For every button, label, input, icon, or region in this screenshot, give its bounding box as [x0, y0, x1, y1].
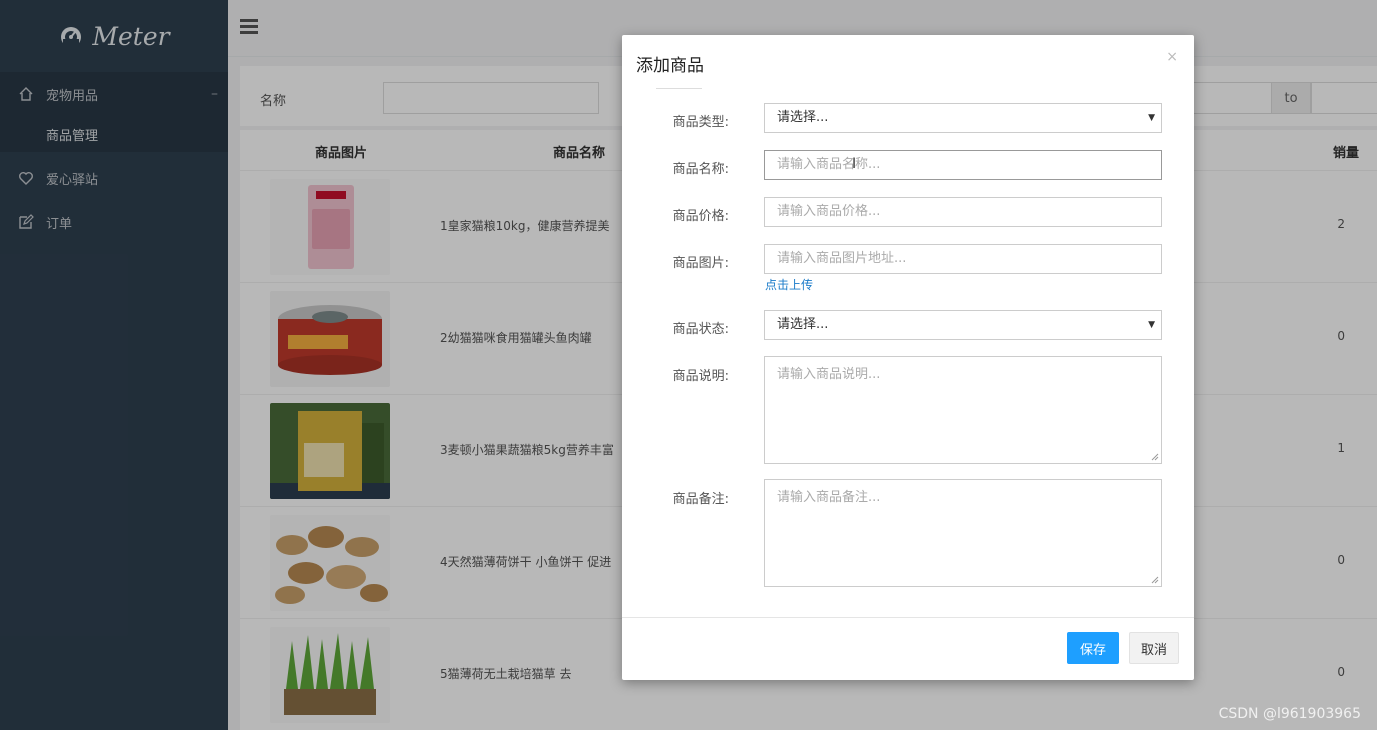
description-label: 商品说明: [672, 369, 729, 384]
input-placeholder: 请输入商品价格... [777, 204, 881, 219]
product-status-select[interactable]: 请选择... ▼ [764, 310, 1162, 340]
product-image-input[interactable]: 请输入商品图片地址... [764, 244, 1162, 274]
price-label: 商品价格: [672, 209, 729, 224]
chevron-down-icon: ▼ [1148, 320, 1155, 330]
footer-divider [622, 617, 1194, 618]
chevron-down-icon: ▼ [1148, 113, 1155, 123]
save-button[interactable]: 保存 [1067, 632, 1119, 664]
upload-link[interactable]: 点击上传 [765, 276, 813, 293]
name-label: 商品名称: [672, 162, 729, 177]
watermark: CSDN @l961903965 [1218, 706, 1361, 722]
product-description-textarea[interactable]: 请输入商品说明... [764, 356, 1162, 464]
title-divider [656, 88, 702, 89]
input-placeholder: 请输入商品名称... [777, 157, 881, 172]
image-label: 商品图片: [672, 256, 729, 271]
status-label: 商品状态: [672, 322, 729, 337]
type-label: 商品类型: [672, 115, 729, 130]
close-icon[interactable]: × [1166, 49, 1178, 65]
product-price-input[interactable]: 请输入商品价格... [764, 197, 1162, 227]
product-type-select[interactable]: 请选择... ▼ [764, 103, 1162, 133]
textarea-placeholder: 请输入商品说明... [777, 367, 881, 382]
select-value: 请选择... [777, 110, 829, 125]
cancel-button[interactable]: 取消 [1129, 632, 1179, 664]
dialog-title: 添加商品 [636, 56, 704, 76]
remark-label: 商品备注: [672, 492, 729, 507]
resize-handle-icon[interactable] [1151, 453, 1159, 461]
resize-handle-icon[interactable] [1151, 576, 1159, 584]
add-product-dialog: 添加商品 × 商品类型: 请选择... ▼ 商品名称: 请输入商品名称... I… [622, 35, 1194, 680]
text-cursor-icon: I [852, 156, 857, 172]
input-placeholder: 请输入商品图片地址... [777, 251, 907, 266]
product-remark-textarea[interactable]: 请输入商品备注... [764, 479, 1162, 587]
textarea-placeholder: 请输入商品备注... [777, 490, 881, 505]
select-value: 请选择... [777, 317, 829, 332]
product-name-input[interactable]: 请输入商品名称... [764, 150, 1162, 180]
